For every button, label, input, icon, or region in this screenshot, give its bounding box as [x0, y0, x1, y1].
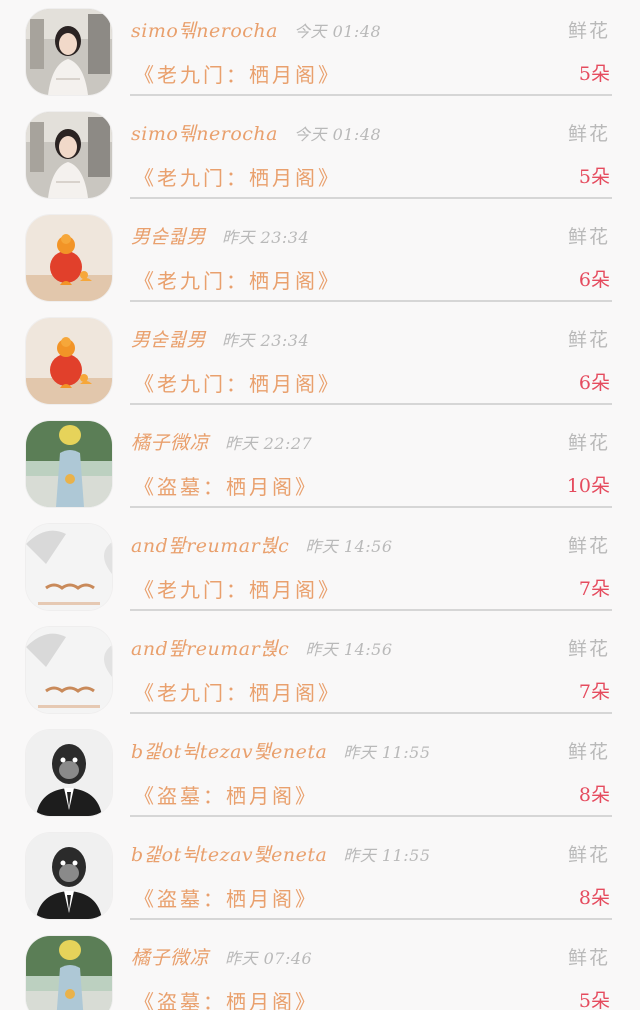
row-divider — [130, 300, 612, 302]
user-avatar[interactable] — [26, 112, 112, 198]
gift-record-row[interactable]: 男숟퀇男 昨天 23:34 鲜花 《老九门：栖月阁》 6朵 — [0, 206, 640, 309]
gift-type-label: 鲜花 — [567, 432, 610, 454]
book-title[interactable]: 《盗墓：栖月阁》 — [134, 780, 318, 809]
book-title[interactable]: 《老九门：栖月阁》 — [134, 265, 341, 294]
gift-record-row[interactable]: b갩ot뉙tezav퇯eneta 昨天 11:55 鲜花 《盗墓：栖月阁》 8朵 — [0, 824, 640, 927]
book-title[interactable]: 《盗墓：栖月阁》 — [134, 883, 318, 912]
user-avatar[interactable] — [26, 421, 112, 507]
gift-type-label: 鲜花 — [567, 20, 610, 42]
send-time: 昨天 22:27 — [225, 434, 313, 453]
flower-count: 8朵 — [578, 887, 610, 909]
gift-record-row[interactable]: 橘子微凉 昨天 22:27 鲜花 《盗墓：栖月阁》 10朵 — [0, 412, 640, 515]
send-time: 今天 01:48 — [293, 125, 382, 144]
row-divider — [130, 506, 612, 508]
gift-type-label: 鲜花 — [567, 535, 610, 557]
book-title[interactable]: 《老九门：栖月阁》 — [134, 162, 341, 191]
user-avatar[interactable] — [26, 524, 112, 610]
gift-type-label: 鲜花 — [567, 226, 610, 248]
user-avatar[interactable] — [26, 9, 112, 95]
user-name: 橘子微凉 昨天 22:27 — [131, 432, 313, 454]
gift-record-row[interactable]: and뙆reumar붡c 昨天 14:56 鲜花 《老九门：栖月阁》 7朵 — [0, 515, 640, 618]
user-name: 男숟퀇男 昨天 23:34 — [131, 226, 310, 248]
gift-record-row[interactable]: simo뒊nerocha 今天 01:48 鲜花 《老九门：栖月阁》 5朵 — [0, 0, 640, 103]
book-title[interactable]: 《老九门：栖月阁》 — [134, 368, 341, 397]
user-avatar[interactable] — [26, 318, 112, 404]
user-avatar[interactable] — [26, 215, 112, 301]
user-name: b갩ot뉙tezav퇯eneta 昨天 11:55 — [131, 741, 431, 763]
user-avatar[interactable] — [26, 730, 112, 816]
user-avatar[interactable] — [26, 833, 112, 919]
row-divider — [130, 815, 612, 817]
gift-record-row[interactable]: simo뒊nerocha 今天 01:48 鲜花 《老九门：栖月阁》 5朵 — [0, 103, 640, 206]
book-title[interactable]: 《老九门：栖月阁》 — [134, 574, 341, 603]
user-name: 男숟퀇男 昨天 23:34 — [131, 329, 310, 351]
user-name: 橘子微凉 昨天 07:46 — [131, 947, 313, 969]
row-divider — [130, 712, 612, 714]
gift-type-label: 鲜花 — [567, 947, 610, 969]
gift-type-label: 鲜花 — [567, 741, 610, 763]
gift-type-label: 鲜花 — [567, 844, 610, 866]
send-time: 昨天 07:46 — [225, 949, 313, 968]
user-avatar[interactable] — [26, 936, 112, 1010]
book-title[interactable]: 《盗墓：栖月阁》 — [134, 986, 318, 1010]
flower-count: 6朵 — [578, 372, 610, 394]
gift-record-row[interactable]: 橘子微凉 昨天 07:46 鲜花 《盗墓：栖月阁》 5朵 — [0, 927, 640, 1010]
book-title[interactable]: 《盗墓：栖月阁》 — [134, 471, 318, 500]
flower-count: 7朵 — [578, 578, 610, 600]
flower-count: 5朵 — [578, 63, 610, 85]
user-name: simo뒊nerocha 今天 01:48 — [131, 20, 382, 42]
user-name: b갩ot뉙tezav퇯eneta 昨天 11:55 — [131, 844, 431, 866]
row-divider — [130, 918, 612, 920]
user-name: and뙆reumar붡c 昨天 14:56 — [131, 535, 393, 557]
send-time: 昨天 23:34 — [221, 228, 310, 247]
flower-count: 5朵 — [578, 166, 610, 188]
row-divider — [130, 197, 612, 199]
send-time: 昨天 14:56 — [305, 640, 393, 659]
send-time: 昨天 14:56 — [305, 537, 393, 556]
user-name: and뙆reumar붡c 昨天 14:56 — [131, 638, 393, 660]
gift-record-list: simo뒊nerocha 今天 01:48 鲜花 《老九门：栖月阁》 5朵 sim… — [0, 0, 640, 1010]
send-time: 今天 01:48 — [293, 22, 382, 41]
book-title[interactable]: 《老九门：栖月阁》 — [134, 59, 341, 88]
gift-record-row[interactable]: 男숟퀇男 昨天 23:34 鲜花 《老九门：栖月阁》 6朵 — [0, 309, 640, 412]
row-divider — [130, 403, 612, 405]
flower-count: 10朵 — [566, 475, 610, 497]
gift-type-label: 鲜花 — [567, 329, 610, 351]
send-time: 昨天 11:55 — [343, 743, 431, 762]
flower-count: 8朵 — [578, 784, 610, 806]
gift-type-label: 鲜花 — [567, 638, 610, 660]
row-divider — [130, 94, 612, 96]
user-name: simo뒊nerocha 今天 01:48 — [131, 123, 382, 145]
user-avatar[interactable] — [26, 627, 112, 713]
send-time: 昨天 23:34 — [221, 331, 310, 350]
row-divider — [130, 609, 612, 611]
gift-type-label: 鲜花 — [567, 123, 610, 145]
flower-count: 7朵 — [578, 681, 610, 703]
book-title[interactable]: 《老九门：栖月阁》 — [134, 677, 341, 706]
gift-record-row[interactable]: b갩ot뉙tezav퇯eneta 昨天 11:55 鲜花 《盗墓：栖月阁》 8朵 — [0, 721, 640, 824]
send-time: 昨天 11:55 — [343, 846, 431, 865]
flower-count: 6朵 — [578, 269, 610, 291]
flower-count: 5朵 — [578, 990, 610, 1010]
gift-record-row[interactable]: and뙆reumar붡c 昨天 14:56 鲜花 《老九门：栖月阁》 7朵 — [0, 618, 640, 721]
